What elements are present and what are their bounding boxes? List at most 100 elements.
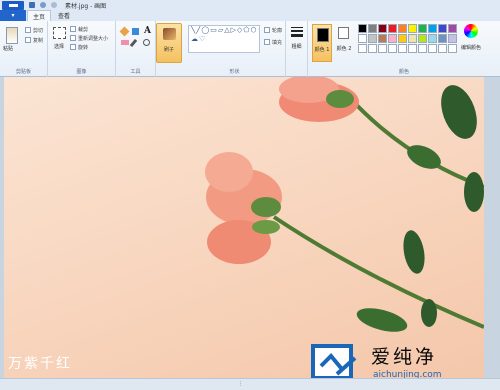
pencil-icon[interactable] bbox=[119, 26, 130, 37]
title-bar: 素材.jpg - 画图 bbox=[0, 0, 500, 10]
crop-label: 裁剪 bbox=[78, 26, 89, 33]
signature-text: 万紫千红 bbox=[8, 356, 72, 372]
watermark-title: 爱纯净 bbox=[371, 346, 438, 368]
color-swatch[interactable] bbox=[368, 24, 377, 33]
color-picker-icon[interactable] bbox=[129, 38, 138, 48]
resize-icon bbox=[70, 35, 76, 41]
rotate-icon bbox=[70, 44, 76, 50]
color-swatch[interactable] bbox=[418, 24, 427, 33]
tools-group: A 工具 bbox=[116, 21, 156, 77]
window-title: 素材.jpg - 画图 bbox=[65, 2, 107, 10]
edit-colors-label: 编辑颜色 bbox=[460, 45, 481, 51]
file-menu-button[interactable]: ▾ bbox=[0, 10, 26, 21]
clipboard-group: 粘贴 剪切 复制 剪贴板 bbox=[0, 21, 48, 77]
color-swatch[interactable] bbox=[378, 44, 387, 53]
color-swatch[interactable] bbox=[358, 34, 367, 43]
color-swatch[interactable] bbox=[378, 34, 387, 43]
color2-label: 颜色 2 bbox=[336, 46, 352, 52]
brushes-label: 刷子 bbox=[163, 47, 174, 53]
color-swatch[interactable] bbox=[438, 44, 447, 53]
size-label: 粗细 bbox=[291, 44, 302, 50]
redo-icon[interactable] bbox=[51, 2, 57, 8]
size-button[interactable]: 粗细 bbox=[286, 21, 308, 77]
colors-group: 颜色 1 颜色 2 编辑颜色 颜色 bbox=[308, 21, 500, 77]
copy-button[interactable]: 复制 bbox=[25, 36, 43, 44]
color-swatch[interactable] bbox=[408, 34, 417, 43]
cut-button[interactable]: 剪切 bbox=[25, 26, 43, 34]
tools-group-label: 工具 bbox=[130, 69, 141, 75]
fill-bucket-icon[interactable] bbox=[132, 28, 139, 35]
color2-button[interactable]: 颜色 2 bbox=[335, 24, 353, 62]
cut-label: 剪切 bbox=[33, 27, 44, 34]
color-swatch[interactable] bbox=[448, 44, 457, 53]
image-group-label: 图像 bbox=[76, 69, 87, 75]
color-swatch[interactable] bbox=[438, 34, 447, 43]
color-swatch[interactable] bbox=[358, 24, 367, 33]
copy-label: 复制 bbox=[33, 37, 44, 44]
select-button-label[interactable]: 选择 bbox=[54, 43, 64, 50]
color-swatch[interactable] bbox=[388, 44, 397, 53]
resize-handle-icon[interactable]: ⋮ bbox=[238, 381, 246, 387]
fill-button[interactable]: 填充 bbox=[264, 38, 282, 46]
status-bar: ⋮ bbox=[0, 378, 500, 390]
color-swatch[interactable] bbox=[388, 24, 397, 33]
magnifier-icon[interactable] bbox=[143, 39, 150, 46]
clipboard-group-label: 剪贴板 bbox=[15, 69, 31, 75]
color-swatch[interactable] bbox=[388, 34, 397, 43]
outline-icon bbox=[264, 27, 270, 33]
color-swatch[interactable] bbox=[408, 24, 417, 33]
shapes-group: ╲╱◯▭▱△▷◇⬠⬡☆★✦✧⬅➡⬆⬇◁▷▽⌒☁♡ 轮廓 填充 形状 bbox=[184, 21, 286, 77]
color-swatch[interactable] bbox=[418, 44, 427, 53]
color-swatch[interactable] bbox=[358, 44, 367, 53]
outline-button[interactable]: 轮廓 bbox=[264, 26, 282, 34]
ribbon: 粘贴 剪切 复制 剪贴板 选择 裁剪 重新调整大小 旋转 图像 A 工具 刷子 … bbox=[0, 21, 500, 77]
shapes-group-label: 形状 bbox=[229, 69, 240, 75]
edit-colors-button[interactable]: 编辑颜色 bbox=[460, 24, 482, 62]
brushes-button[interactable]: 刷子 bbox=[156, 23, 182, 63]
color-swatch[interactable] bbox=[398, 24, 407, 33]
fill-label: 填充 bbox=[272, 39, 283, 46]
text-tool-icon[interactable]: A bbox=[144, 26, 151, 36]
fill-icon bbox=[264, 39, 270, 45]
paste-icon[interactable] bbox=[6, 27, 18, 44]
resize-button[interactable]: 重新调整大小 bbox=[70, 34, 108, 42]
color-swatch[interactable] bbox=[438, 24, 447, 33]
select-icon[interactable] bbox=[53, 27, 66, 39]
color-swatch[interactable] bbox=[448, 34, 457, 43]
color-swatch[interactable] bbox=[418, 34, 427, 43]
color-swatch[interactable] bbox=[428, 24, 437, 33]
paste-button-label[interactable]: 粘贴 bbox=[3, 45, 13, 52]
resize-label: 重新调整大小 bbox=[78, 35, 109, 42]
undo-icon[interactable] bbox=[40, 2, 46, 8]
color-swatch[interactable] bbox=[448, 24, 457, 33]
color-swatch[interactable] bbox=[368, 34, 377, 43]
rotate-label: 旋转 bbox=[78, 44, 89, 51]
rotate-button[interactable]: 旋转 bbox=[70, 43, 88, 51]
app-menu-button[interactable] bbox=[2, 0, 24, 10]
tab-view[interactable]: 查看 bbox=[52, 10, 76, 21]
color-swatch[interactable] bbox=[398, 34, 407, 43]
roses-image bbox=[205, 77, 484, 332]
color-swatch[interactable] bbox=[408, 44, 417, 53]
color-swatch[interactable] bbox=[428, 44, 437, 53]
drawing-canvas[interactable]: 万紫千红 bbox=[4, 77, 484, 378]
crop-icon bbox=[70, 26, 76, 32]
color-swatch[interactable] bbox=[428, 34, 437, 43]
shapes-gallery[interactable]: ╲╱◯▭▱△▷◇⬠⬡☆★✦✧⬅➡⬆⬇◁▷▽⌒☁♡ bbox=[188, 25, 260, 53]
copy-icon bbox=[25, 37, 31, 43]
crop-button[interactable]: 裁剪 bbox=[70, 25, 88, 33]
eraser-icon[interactable] bbox=[121, 40, 129, 45]
color1-label: 颜色 1 bbox=[314, 47, 330, 53]
color-palette bbox=[358, 24, 457, 53]
line-size-icon bbox=[291, 27, 303, 39]
color-swatch[interactable] bbox=[398, 44, 407, 53]
tab-home[interactable]: 主页 bbox=[27, 10, 51, 21]
color1-button[interactable]: 颜色 1 bbox=[312, 24, 332, 62]
color-swatch[interactable] bbox=[378, 24, 387, 33]
colors-group-label: 颜色 bbox=[398, 69, 409, 75]
color-swatch[interactable] bbox=[368, 44, 377, 53]
ribbon-tabs: ▾ 主页 查看 bbox=[0, 10, 500, 21]
scissors-icon bbox=[25, 27, 31, 33]
color2-swatch bbox=[338, 27, 349, 39]
save-icon[interactable] bbox=[29, 2, 35, 8]
